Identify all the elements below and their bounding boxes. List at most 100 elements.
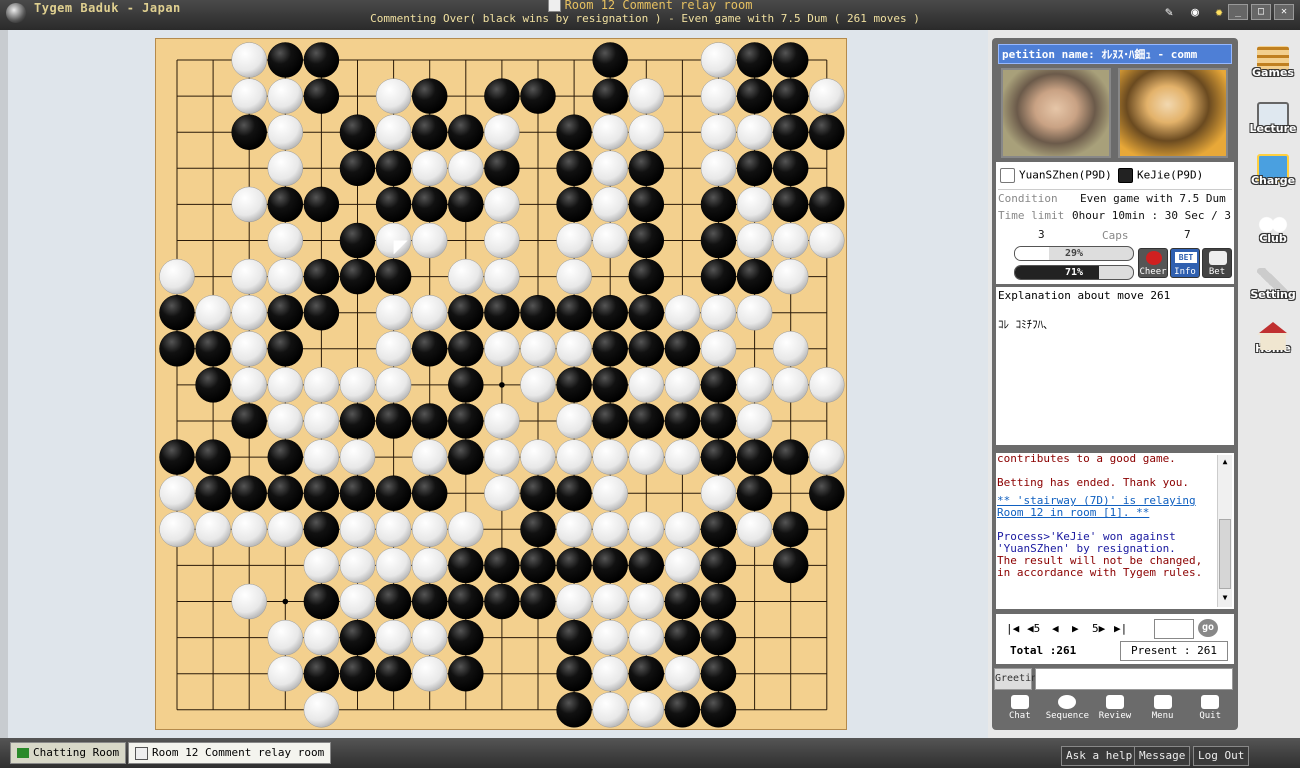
bottom-toolbar: Chat Sequence Review Menu Quit xyxy=(996,692,1234,728)
black-stone xyxy=(448,439,484,475)
sequence-button[interactable]: Sequence xyxy=(1044,692,1092,728)
black-stone xyxy=(700,222,737,259)
white-stone xyxy=(484,222,520,259)
black-stone xyxy=(267,186,304,223)
white-stone xyxy=(628,511,665,548)
move-number-input[interactable] xyxy=(1154,619,1194,639)
scroll-down-icon[interactable]: ▼ xyxy=(1219,593,1231,605)
black-stone xyxy=(592,331,628,367)
menu-button[interactable]: Menu xyxy=(1139,692,1187,728)
white-stone xyxy=(556,331,592,367)
sidebar-club[interactable]: Club xyxy=(1248,212,1298,258)
review-button[interactable]: Review xyxy=(1091,692,1139,728)
forward-5-button[interactable]: 5▶ xyxy=(1092,622,1105,635)
sidebar-charge[interactable]: Charge xyxy=(1248,154,1298,200)
chat-button[interactable]: Chat xyxy=(996,692,1044,728)
black-player[interactable]: KeJie(P9D) xyxy=(1118,168,1203,183)
white-stone xyxy=(339,439,376,475)
maximize-button[interactable]: □ xyxy=(1251,4,1271,20)
petition-name: petition name: ｵﾚﾇｽ･ﾊ鈿ｭ - comm xyxy=(998,44,1232,64)
black-stone xyxy=(448,547,484,584)
quit-icon xyxy=(1201,695,1220,709)
explanation-text: ｺﾚ ｺﾐﾁﾌﾊ､ xyxy=(998,318,1049,331)
scroll-thumb[interactable] xyxy=(1219,519,1231,589)
white-stone xyxy=(375,619,412,656)
white-stone xyxy=(267,222,304,259)
white-stone xyxy=(267,258,304,295)
sidebar-setting[interactable]: Setting xyxy=(1248,268,1298,314)
last-move-button[interactable]: ▶| xyxy=(1114,622,1127,635)
white-stone xyxy=(267,150,304,187)
info-button[interactable]: BET Info xyxy=(1170,248,1200,278)
black-stone xyxy=(700,692,737,728)
white-stone xyxy=(231,78,267,114)
scroll-up-icon[interactable]: ▲ xyxy=(1219,457,1231,469)
sidebar-club-label: Club xyxy=(1259,232,1287,245)
black-stone xyxy=(195,331,231,367)
white-stone xyxy=(628,619,665,656)
black-stone xyxy=(556,150,592,187)
bet-button[interactable]: Bet xyxy=(1202,248,1232,278)
white-stone xyxy=(592,475,628,511)
white-stone xyxy=(484,403,520,439)
ask-help-button[interactable]: Ask a help xyxy=(1061,746,1138,766)
cheer-button[interactable]: Cheer xyxy=(1138,248,1168,278)
white-stone xyxy=(772,331,809,367)
black-stone xyxy=(700,511,737,548)
black-stone xyxy=(448,403,484,439)
white-stone xyxy=(664,294,701,331)
chat-line[interactable]: ** 'stairway (7D)' is relaying Room 12 i… xyxy=(996,495,1234,519)
relay-room-tab[interactable]: Room 12 Comment relay room xyxy=(128,742,332,764)
pencil-icon[interactable]: ✎ xyxy=(1160,4,1178,22)
chat-log[interactable]: contributes to a good game. Betting has e… xyxy=(996,453,1234,609)
sidebar-home[interactable]: Home xyxy=(1248,322,1298,368)
white-stone xyxy=(772,258,809,295)
go-button[interactable]: go xyxy=(1198,619,1218,637)
minimize-button[interactable]: _ xyxy=(1228,4,1248,20)
message-button[interactable]: Message xyxy=(1134,746,1191,766)
explanation-title: Explanation about move 261 xyxy=(998,289,1171,302)
white-player-name: YuanSZhen(P9D) xyxy=(1019,168,1112,182)
white-stone xyxy=(520,367,556,403)
white-stone xyxy=(267,655,304,692)
black-stone xyxy=(772,511,809,548)
go-board-grid[interactable] xyxy=(156,39,846,729)
next-move-button[interactable]: ▶ xyxy=(1072,622,1079,635)
quit-button[interactable]: Quit xyxy=(1186,692,1234,728)
logout-button[interactable]: Log Out xyxy=(1193,746,1250,766)
white-stone xyxy=(375,294,412,331)
white-stone xyxy=(520,331,556,367)
chatting-room-tab[interactable]: Chatting Room xyxy=(10,742,127,764)
black-stone xyxy=(736,42,773,78)
black-stone xyxy=(267,439,304,475)
black-stone xyxy=(411,186,448,223)
chat-scrollbar[interactable]: ▲ ▼ xyxy=(1217,455,1232,607)
black-stone xyxy=(448,331,484,367)
white-stone xyxy=(484,331,520,367)
white-stone xyxy=(267,78,304,114)
white-stone xyxy=(159,258,195,295)
black-stone xyxy=(375,258,412,295)
white-stone-icon xyxy=(1000,168,1015,183)
white-stone xyxy=(448,511,484,548)
white-stone xyxy=(556,222,592,259)
white-stone xyxy=(736,186,773,223)
close-button[interactable]: ✕ xyxy=(1274,4,1294,20)
lightbulb-icon[interactable]: ✹ xyxy=(1210,4,1228,22)
go-board[interactable] xyxy=(155,38,847,730)
sidebar-lecture[interactable]: Lecture xyxy=(1248,102,1298,148)
greeting-input[interactable] xyxy=(1035,668,1233,690)
sidebar-games[interactable]: Games xyxy=(1248,46,1298,92)
white-stone xyxy=(809,367,845,403)
black-stone xyxy=(700,655,737,692)
black-stone xyxy=(628,403,665,439)
game-info-box: YuanSZhen(P9D) KeJie(P9D) Condition Even… xyxy=(996,162,1234,284)
first-move-button[interactable]: |◀ xyxy=(1006,622,1019,635)
greeting-row: Greeting xyxy=(994,668,1234,690)
white-stone xyxy=(411,294,448,331)
search-icon[interactable]: ◉ xyxy=(1186,4,1204,22)
previous-move-button[interactable]: ◀ xyxy=(1052,622,1059,635)
info-label: Info xyxy=(1174,267,1196,277)
white-player[interactable]: YuanSZhen(P9D) xyxy=(1000,168,1112,183)
back-5-button[interactable]: ◀5 xyxy=(1027,622,1040,635)
